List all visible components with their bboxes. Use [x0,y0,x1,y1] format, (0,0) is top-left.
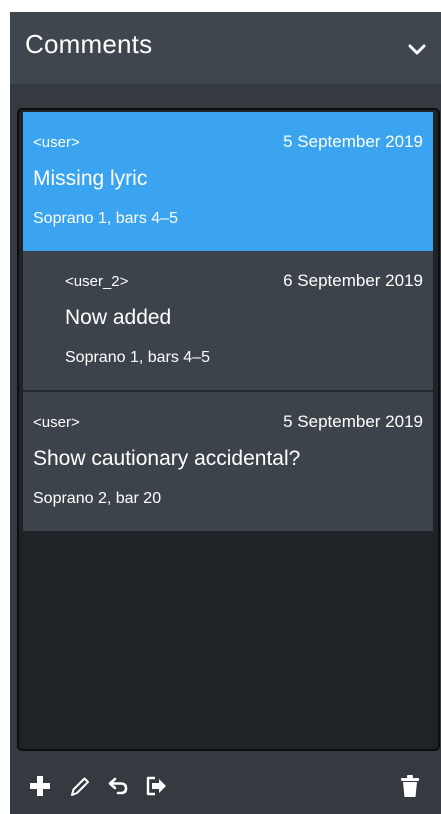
chevron-down-icon[interactable] [407,40,427,60]
delete-comment-button[interactable] [397,773,423,799]
comment-author: <user> [33,134,80,151]
comment-location: Soprano 1, bars 4–5 [65,349,210,366]
comment-date: 5 September 2019 [283,132,423,151]
comment-text: Show cautionary accidental? [33,447,301,470]
comment-reply-item[interactable]: <user_2> 6 September 2019 Now added Sopr… [23,251,433,390]
add-comment-button[interactable] [27,773,53,799]
comment-text: Missing lyric [33,167,148,190]
panel-title: Comments [25,29,153,59]
comment-item[interactable]: <user> 5 September 2019 Missing lyric So… [23,112,433,251]
edit-icon [67,773,93,799]
panel-header[interactable]: Comments [10,12,441,84]
comments-toolbar [10,761,441,814]
reply-comment-button[interactable] [106,773,132,799]
export-comments-button[interactable] [144,773,170,799]
comment-author: <user> [33,414,80,431]
comment-author: <user_2> [65,273,129,290]
comment-location: Soprano 2, bar 20 [33,490,162,507]
comment-item[interactable]: <user> 5 September 2019 Show cautionary … [23,392,433,531]
comments-list[interactable]: <user> 5 September 2019 Missing lyric So… [17,108,440,751]
comment-text: Now added [65,306,172,329]
comment-date: 6 September 2019 [283,271,423,290]
comment-location: Soprano 1, bars 4–5 [33,210,178,227]
export-icon [144,773,170,799]
delete-icon [397,773,423,799]
edit-comment-button[interactable] [67,773,93,799]
reply-icon [106,773,132,799]
add-icon [27,773,53,799]
comments-panel: Comments <user> 5 September 2019 Missing… [10,12,441,814]
comment-date: 5 September 2019 [283,412,423,431]
